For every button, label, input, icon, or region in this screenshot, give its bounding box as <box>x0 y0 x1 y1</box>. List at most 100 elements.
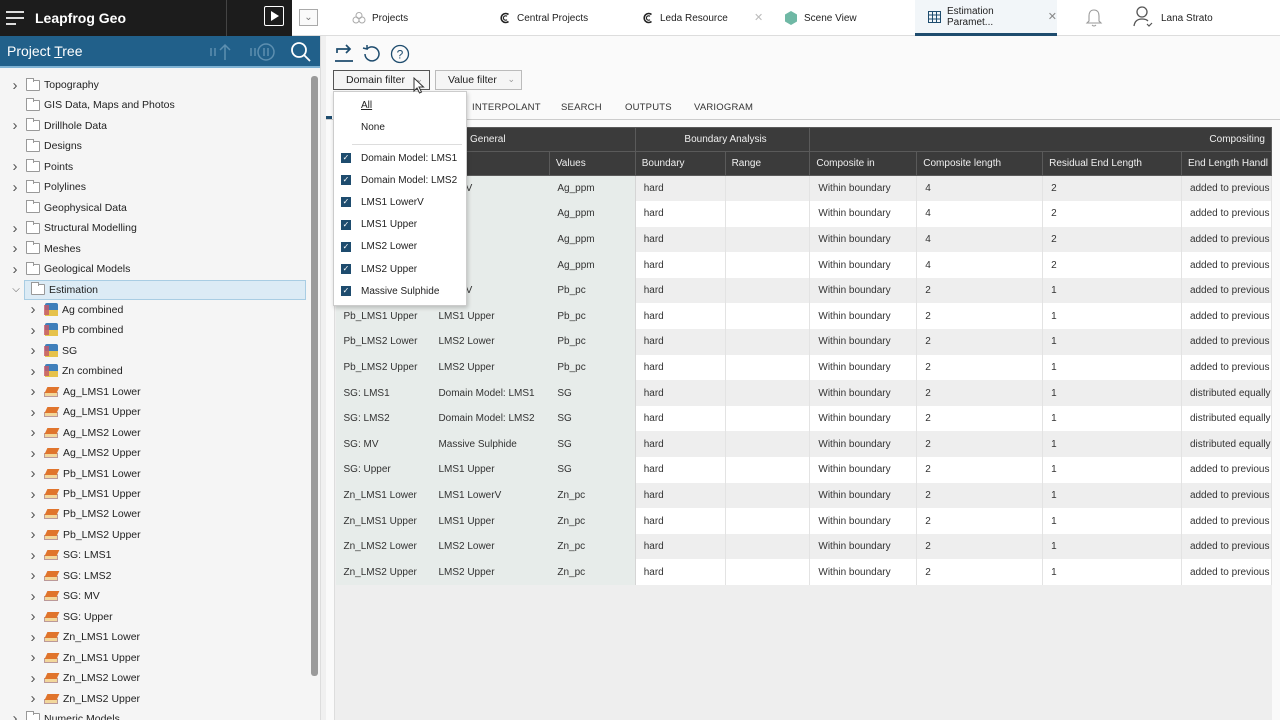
tab-estimation-parameters[interactable]: Estimation Paramet... ✕ <box>915 0 1057 36</box>
table-cell[interactable] <box>725 533 811 560</box>
column-header[interactable]: Residual End Length <box>1042 151 1182 176</box>
table-cell[interactable]: LMS2 Lower <box>430 329 550 355</box>
tree-item[interactable]: › Ag_LMS2 Lower <box>0 423 141 443</box>
chevron-right-icon[interactable]: › <box>28 690 38 707</box>
table-cell[interactable]: 4 <box>916 252 1044 278</box>
reset-icon[interactable] <box>362 44 382 67</box>
checkbox-checked-icon[interactable]: ✓ <box>341 264 351 274</box>
hamburger-menu-icon[interactable] <box>6 8 30 28</box>
table-cell[interactable]: LMS1 LowerV <box>430 482 550 509</box>
play-icon[interactable] <box>264 6 284 26</box>
chevron-right-icon[interactable]: › <box>28 363 38 380</box>
table-cell[interactable]: Within boundary <box>809 405 918 432</box>
table-cell[interactable]: added to previous <box>1181 329 1273 355</box>
table-cell[interactable]: hard <box>635 303 726 330</box>
chevron-right-icon[interactable]: › <box>28 506 38 523</box>
table-cell[interactable]: hard <box>635 405 726 432</box>
tab-interpolant[interactable]: INTERPOLANT <box>472 102 541 113</box>
tree-item[interactable]: Geophysical Data <box>0 198 127 218</box>
tree-item[interactable]: › Ag combined <box>0 300 124 320</box>
table-row[interactable]: UpperAg_ppmhardWithin boundary42added to… <box>335 252 1273 278</box>
table-cell[interactable]: LMS1 Upper <box>430 508 550 534</box>
column-header[interactable]: End Length Handl <box>1180 151 1273 176</box>
table-cell[interactable]: Domain Model: LMS1 <box>430 380 550 406</box>
table-cell[interactable]: 2 <box>916 457 1044 483</box>
table-cell[interactable]: 2 <box>916 559 1044 585</box>
table-cell[interactable]: 2 <box>916 303 1044 330</box>
chevron-right-icon[interactable]: › <box>28 629 38 646</box>
table-cell[interactable]: 1 <box>1042 354 1182 381</box>
tree-item[interactable]: › SG: LMS1 <box>0 545 112 565</box>
table-cell[interactable] <box>725 329 811 355</box>
chevron-right-icon[interactable]: › <box>10 158 20 175</box>
table-cell[interactable]: SG <box>549 431 636 458</box>
checkbox-checked-icon[interactable]: ✓ <box>341 153 351 163</box>
tree-item[interactable]: › Pb_LMS1 Lower <box>0 464 141 484</box>
table-cell[interactable]: Pb_pc <box>549 354 636 381</box>
tree-item[interactable]: GIS Data, Maps and Photos <box>0 95 175 115</box>
table-cell[interactable]: 1 <box>1042 380 1182 406</box>
menu-item-all[interactable]: All <box>334 94 466 116</box>
chevron-right-icon[interactable]: › <box>28 588 38 605</box>
table-cell[interactable]: distributed equally <box>1181 405 1273 432</box>
table-cell[interactable]: hard <box>635 482 726 509</box>
tab-scene-view[interactable]: Scene View <box>784 0 857 36</box>
table-cell[interactable]: 2 <box>916 354 1044 381</box>
tree-item[interactable]: › Meshes <box>0 239 81 259</box>
table-cell[interactable]: Pb_pc <box>549 277 636 304</box>
table-row[interactable]: Zn_LMS2 Lower LMS2 Lower Zn_pc hard Within b… <box>335 533 1273 560</box>
tree-item[interactable]: › Topography <box>0 75 99 95</box>
table-cell[interactable]: 1 <box>1042 431 1182 458</box>
chevron-right-icon[interactable]: › <box>28 445 38 462</box>
table-cell[interactable]: 2 <box>1042 252 1182 278</box>
table-cell[interactable]: Within boundary <box>809 329 918 355</box>
project-tree-scrollbar[interactable] <box>311 76 318 676</box>
table-cell[interactable]: hard <box>635 457 726 483</box>
table-cell[interactable]: Zn_LMS1 Upper <box>335 508 431 534</box>
table-cell[interactable]: added to previous <box>1181 252 1273 278</box>
table-row[interactable]: SG: MV Massive Sulphide SG hard Within bound… <box>335 431 1273 458</box>
table-cell[interactable]: Within boundary <box>809 175 918 202</box>
table-cell[interactable]: hard <box>635 175 726 202</box>
table-cell[interactable]: Ag_ppm <box>549 226 636 253</box>
table-cell[interactable]: SG: LMS2 <box>335 405 431 432</box>
table-cell[interactable]: hard <box>635 533 726 560</box>
table-cell[interactable]: 2 <box>916 508 1044 534</box>
checkbox-checked-icon[interactable]: ✓ <box>341 175 351 186</box>
tree-item[interactable]: › Zn_LMS2 Upper <box>0 689 141 709</box>
tab-outputs[interactable]: OUTPUTS <box>625 102 672 113</box>
table-cell[interactable] <box>725 303 811 330</box>
tree-item[interactable]: › Numeric Models <box>0 709 120 720</box>
table-cell[interactable]: hard <box>635 329 726 355</box>
table-cell[interactable]: SG <box>549 457 636 483</box>
table-cell[interactable]: 2 <box>916 380 1044 406</box>
tree-item[interactable]: › Ag_LMS2 Upper <box>0 443 141 463</box>
chevron-right-icon[interactable]: › <box>28 383 38 400</box>
table-cell[interactable]: Within boundary <box>809 303 918 330</box>
table-cell[interactable]: Massive Sulphide <box>430 431 550 458</box>
table-cell[interactable]: LMS2 Lower <box>430 533 550 560</box>
tree-item[interactable]: › Zn_LMS1 Upper <box>0 648 141 668</box>
column-header[interactable]: Values <box>548 151 636 176</box>
table-cell[interactable]: 2 <box>916 329 1044 355</box>
table-cell[interactable] <box>725 405 811 432</box>
menu-item-domain[interactable]: ✓ LMS2 Upper <box>334 258 466 280</box>
table-row[interactable]: Zn_LMS1 Upper LMS1 Upper Zn_pc hard Within b… <box>335 508 1273 534</box>
table-cell[interactable]: added to previous <box>1181 533 1273 560</box>
table-cell[interactable]: LMS2 Upper <box>430 354 550 381</box>
table-cell[interactable]: 4 <box>916 226 1044 253</box>
chevron-right-icon[interactable]: › <box>10 220 20 237</box>
tree-item[interactable]: › SG: LMS2 <box>0 566 112 586</box>
chevron-right-icon[interactable]: › <box>28 465 38 482</box>
table-cell[interactable]: Within boundary <box>809 277 918 304</box>
table-cell[interactable]: Pb_LMS2 Lower <box>335 329 431 355</box>
tree-item[interactable]: › SG: MV <box>0 586 100 606</box>
table-cell[interactable]: added to previous <box>1181 354 1273 381</box>
table-cell[interactable]: hard <box>635 559 726 585</box>
table-row[interactable]: Pb_LMS2 Lower LMS2 Lower Pb_pc hard Within b… <box>335 329 1273 355</box>
table-row[interactable]: Zn_LMS2 Upper LMS2 Upper Zn_pc hard Within b… <box>335 559 1273 585</box>
table-cell[interactable]: 2 <box>1042 201 1182 227</box>
menu-item-domain[interactable]: ✓ Domain Model: LMS1 <box>334 147 466 169</box>
table-cell[interactable]: added to previous <box>1181 175 1273 202</box>
chevron-down-icon[interactable]: ⌵ <box>11 284 21 295</box>
